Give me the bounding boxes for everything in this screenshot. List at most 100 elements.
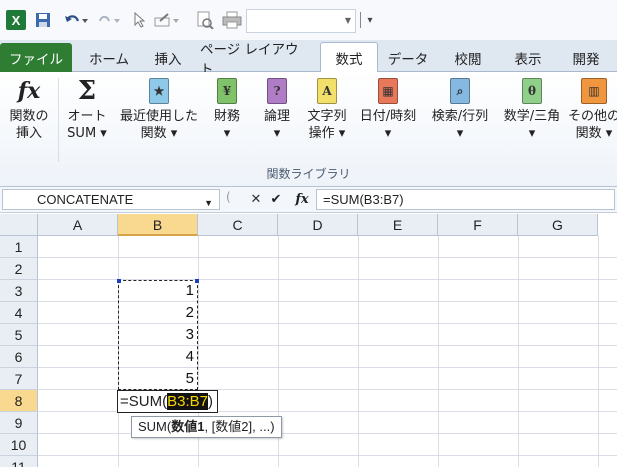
- divider: [58, 78, 59, 162]
- chevron-down-icon[interactable]: ▼: [204, 194, 213, 213]
- math-label: 数学/三角: [503, 109, 561, 124]
- cancel-entry-icon[interactable]: ✕: [248, 189, 264, 210]
- finance-arrow: ▾: [223, 126, 231, 141]
- draw-shape-icon[interactable]: [154, 10, 180, 30]
- row-header-3[interactable]: 3: [0, 280, 38, 302]
- tab-insert[interactable]: 挿入: [144, 44, 192, 72]
- formula-bar: CONCATENATE ▼ ( ✕ ✔ fx =SUM(B3:B7): [0, 187, 617, 213]
- range-reference: B3:B7: [167, 393, 208, 410]
- gridline: [38, 455, 617, 456]
- math-trig-functions-button[interactable]: θ 数学/三角 ▾: [496, 76, 568, 164]
- recent-functions-button[interactable]: ★ 最近使用した 関数 ▾: [115, 76, 203, 164]
- tab-developer[interactable]: 開発: [562, 44, 610, 72]
- row-header-5[interactable]: 5: [0, 324, 38, 346]
- column-header-d[interactable]: D: [278, 214, 358, 236]
- function-tooltip[interactable]: SUM(数値1, [数値2], ...): [131, 416, 282, 438]
- column-header-g[interactable]: G: [518, 214, 598, 236]
- row-header-9[interactable]: 9: [0, 412, 38, 434]
- range-handle[interactable]: [195, 279, 199, 283]
- undo-icon[interactable]: [62, 10, 90, 30]
- date-time-functions-button[interactable]: ▦ 日付/時刻 ▾: [354, 76, 422, 164]
- magnifier-book-icon: ⌕: [445, 76, 475, 106]
- theta-book-icon: θ: [517, 76, 547, 106]
- sigma-icon: Σ: [77, 75, 97, 106]
- autosum-button[interactable]: Σ オート SUM ▾: [62, 76, 112, 164]
- column-header-a[interactable]: A: [38, 214, 118, 236]
- text-book-icon: A: [312, 76, 342, 106]
- tab-formulas[interactable]: 数式: [320, 42, 378, 73]
- column-header-b[interactable]: B: [118, 214, 198, 236]
- row-header-8[interactable]: 8: [0, 390, 38, 412]
- row-header-4[interactable]: 4: [0, 302, 38, 324]
- insert-function-label-2: 挿入: [15, 126, 42, 141]
- finance-label: 財務: [213, 109, 240, 124]
- finance-book-icon: ¥: [212, 76, 242, 106]
- math-arrow: ▾: [528, 126, 536, 141]
- row-header-2[interactable]: 2: [0, 258, 38, 280]
- date-label: 日付/時刻: [359, 109, 417, 124]
- tab-view[interactable]: 表示: [504, 44, 552, 72]
- customize-qat-button[interactable]: ▾: [365, 10, 375, 30]
- select-objects-icon[interactable]: [132, 10, 146, 30]
- edit-suffix: ): [207, 393, 213, 410]
- row-header-6[interactable]: 6: [0, 346, 38, 368]
- range-marquee: [117, 279, 199, 390]
- logic-book-icon: ?: [262, 76, 292, 106]
- more-functions-button[interactable]: ▥ その他の 関数 ▾: [568, 76, 617, 164]
- more-label-1: その他の: [568, 109, 617, 124]
- gridline: [38, 257, 617, 258]
- logical-functions-button[interactable]: ? 論理 ▾: [255, 76, 299, 164]
- text-functions-button[interactable]: A 文字列 操作 ▾: [302, 76, 352, 164]
- tooltip-func: SUM(: [138, 419, 172, 434]
- gridline: [38, 433, 617, 434]
- lookup-arrow: ▾: [456, 126, 464, 141]
- function-icon: fx: [17, 77, 41, 104]
- excel-logo-icon[interactable]: X: [6, 10, 26, 30]
- tab-review[interactable]: 校閲: [444, 44, 492, 72]
- tab-page-layout[interactable]: ページ レイアウト: [200, 42, 312, 78]
- redo-icon[interactable]: [96, 10, 122, 30]
- ribbon-tabs: ファイル ホーム 挿入 ページ レイアウト 数式 データ 校閲 表示 開発: [0, 40, 617, 78]
- row-header-10[interactable]: 10: [0, 434, 38, 456]
- lookup-label: 検索/行列: [431, 109, 489, 124]
- row-header-1[interactable]: 1: [0, 236, 38, 258]
- select-all-corner[interactable]: [0, 214, 38, 236]
- insert-function-icon[interactable]: fx: [290, 189, 314, 210]
- text-label-1: 文字列: [307, 109, 347, 124]
- cell-b8-editor[interactable]: =SUM(B3:B7): [117, 390, 218, 413]
- formula-input[interactable]: =SUM(B3:B7): [316, 189, 615, 210]
- edit-prefix: =SUM(: [120, 393, 168, 410]
- autosum-label-2: SUM ▾: [67, 126, 107, 141]
- tooltip-arg: 数値1: [171, 419, 205, 434]
- date-arrow: ▾: [384, 126, 392, 141]
- insert-function-button[interactable]: fx 関数の 挿入: [4, 76, 54, 164]
- row-header-7[interactable]: 7: [0, 368, 38, 390]
- enter-checkmark-icon[interactable]: ✔: [268, 189, 284, 210]
- formula-bar-grip-icon[interactable]: (: [226, 190, 231, 204]
- column-header-e[interactable]: E: [358, 214, 438, 236]
- save-icon[interactable]: [34, 10, 52, 30]
- divider: [360, 12, 361, 28]
- print-preview-icon[interactable]: [196, 10, 214, 30]
- star-book-icon: ★: [144, 76, 174, 106]
- tab-data[interactable]: データ: [384, 44, 432, 72]
- name-box[interactable]: CONCATENATE ▼: [2, 189, 220, 210]
- logic-label: 論理: [263, 109, 290, 124]
- autosum-label-1: オート: [67, 109, 107, 124]
- logic-arrow: ▾: [273, 126, 281, 141]
- books-icon: ▥: [579, 76, 609, 106]
- name-box-value: CONCATENATE: [37, 192, 134, 207]
- worksheet-grid[interactable]: A B C D E F G 1 2 3 4 5 6 7 8 9 10 11 1 …: [0, 214, 617, 467]
- ribbon-group-label: 関数ライブラリ: [266, 167, 351, 181]
- column-header-f[interactable]: F: [438, 214, 518, 236]
- lookup-functions-button[interactable]: ⌕ 検索/行列 ▾: [425, 76, 495, 164]
- print-icon[interactable]: [222, 10, 242, 30]
- row-header-11[interactable]: 11: [0, 456, 38, 467]
- qat-combo-box[interactable]: ▼: [246, 9, 356, 33]
- range-handle[interactable]: [117, 279, 121, 283]
- financial-functions-button[interactable]: ¥ 財務 ▾: [205, 76, 249, 164]
- text-label-2: 操作 ▾: [308, 126, 346, 141]
- tab-home[interactable]: ホーム: [80, 44, 138, 72]
- column-header-c[interactable]: C: [198, 214, 278, 236]
- tab-file[interactable]: ファイル: [0, 43, 72, 72]
